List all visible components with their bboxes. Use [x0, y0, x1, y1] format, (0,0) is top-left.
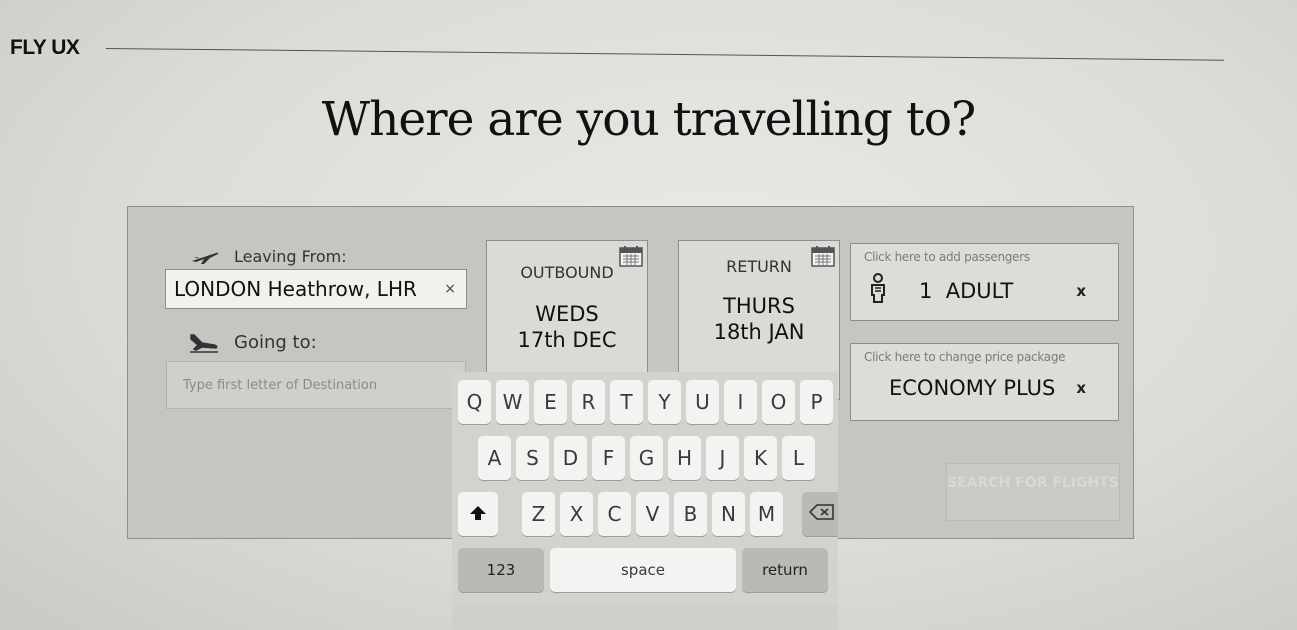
key-b[interactable]: B [674, 492, 707, 536]
passengers-card[interactable]: Click here to add passengers 1 ADULT x [850, 243, 1119, 321]
going-to-text: Going to: [234, 332, 317, 353]
destination-input[interactable]: Type first letter of Destination [166, 361, 466, 409]
key-l[interactable]: L [782, 436, 815, 480]
keyboard-row-3: Z X C V B N M [458, 492, 838, 536]
backspace-key[interactable] [802, 492, 838, 536]
clear-package-button[interactable]: x [1076, 379, 1086, 397]
key-t[interactable]: T [610, 380, 643, 424]
return-key[interactable]: return [742, 548, 828, 592]
brand-logo: FLY UX [10, 36, 80, 59]
key-e[interactable]: E [534, 380, 567, 424]
key-k[interactable]: K [744, 436, 777, 480]
leaving-from-input[interactable]: LONDON Heathrow, LHR × [165, 269, 467, 309]
clear-passengers-button[interactable]: x [1076, 282, 1086, 300]
search-flights-button[interactable]: SEARCH FOR FLIGHTS [946, 463, 1120, 521]
return-date: 18th JAN [713, 320, 805, 344]
key-h[interactable]: H [668, 436, 701, 480]
key-o[interactable]: O [762, 380, 795, 424]
return-day: THURS [723, 294, 795, 318]
price-package-card[interactable]: Click here to change price package ECONO… [850, 343, 1119, 421]
key-n[interactable]: N [712, 492, 745, 536]
key-q[interactable]: Q [458, 380, 491, 424]
package-value: ECONOMY PLUS [889, 376, 1056, 400]
outbound-date: 17th DEC [517, 328, 617, 352]
person-icon [869, 273, 887, 308]
keyboard-row-1: Q W E R T Y U I O P [458, 380, 833, 424]
key-f[interactable]: F [592, 436, 625, 480]
space-key[interactable]: space [550, 548, 736, 592]
clear-leaving-button[interactable]: × [444, 281, 456, 297]
passengers-hint: Click here to add passengers [864, 250, 1030, 264]
header-divider [105, 48, 1224, 61]
plane-takeoff-icon [190, 249, 220, 265]
keyboard-row-2: A S D F G H J K L [478, 436, 815, 480]
calendar-icon[interactable] [811, 245, 835, 271]
leaving-from-label: Leaving From: [190, 247, 347, 266]
destination-placeholder: Type first letter of Destination [183, 377, 378, 393]
key-g[interactable]: G [630, 436, 663, 480]
backspace-icon [808, 502, 835, 526]
package-hint: Click here to change price package [864, 350, 1066, 364]
key-v[interactable]: V [636, 492, 669, 536]
key-r[interactable]: R [572, 380, 605, 424]
key-x[interactable]: X [560, 492, 593, 536]
shift-key[interactable] [458, 492, 498, 536]
plane-landing-icon [188, 333, 220, 353]
page-title: Where are you travelling to? [321, 92, 976, 147]
calendar-icon[interactable] [619, 245, 643, 271]
key-u[interactable]: U [686, 380, 719, 424]
key-s[interactable]: S [516, 436, 549, 480]
leaving-from-value: LONDON Heathrow, LHR [174, 277, 417, 301]
numbers-key[interactable]: 123 [458, 548, 544, 592]
outbound-day: WEDS [535, 302, 599, 326]
key-m[interactable]: M [750, 492, 783, 536]
key-y[interactable]: Y [648, 380, 681, 424]
keyboard-bottom-bar [452, 604, 838, 630]
leaving-from-text: Leaving From: [234, 247, 347, 266]
key-i[interactable]: I [724, 380, 757, 424]
key-d[interactable]: D [554, 436, 587, 480]
key-p[interactable]: P [800, 380, 833, 424]
key-w[interactable]: W [496, 380, 529, 424]
key-j[interactable]: J [706, 436, 739, 480]
keyboard-row-4: 123 space return [458, 548, 828, 592]
key-c[interactable]: C [598, 492, 631, 536]
going-to-label: Going to: [188, 332, 317, 353]
key-z[interactable]: Z [522, 492, 555, 536]
key-a[interactable]: A [478, 436, 511, 480]
passengers-value: 1 ADULT [919, 278, 1014, 303]
onscreen-keyboard: Q W E R T Y U I O P A S D F G H J K L Z … [452, 372, 838, 630]
shift-icon [469, 502, 487, 526]
